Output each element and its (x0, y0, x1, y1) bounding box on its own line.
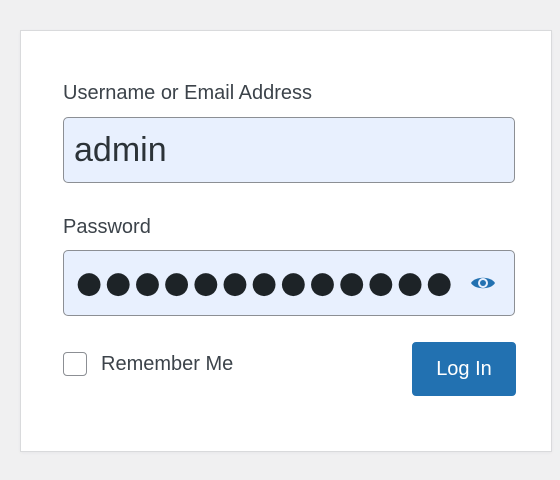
login-button[interactable]: Log In (412, 342, 516, 396)
remember-me-checkbox[interactable] (63, 352, 87, 376)
password-input[interactable]: ●●●●●●●●●●●●● (63, 250, 515, 316)
eye-icon (471, 277, 495, 289)
login-form: Username or Email Address Password ●●●●●… (20, 30, 552, 452)
username-input[interactable] (63, 117, 515, 183)
password-label: Password (63, 216, 151, 238)
remember-me-row: Remember Me (63, 349, 233, 379)
remember-me-label[interactable]: Remember Me (101, 353, 233, 376)
password-masked-value: ●●●●●●●●●●●●● (76, 265, 456, 301)
username-label: Username or Email Address (63, 82, 312, 104)
show-password-button[interactable] (466, 266, 500, 300)
